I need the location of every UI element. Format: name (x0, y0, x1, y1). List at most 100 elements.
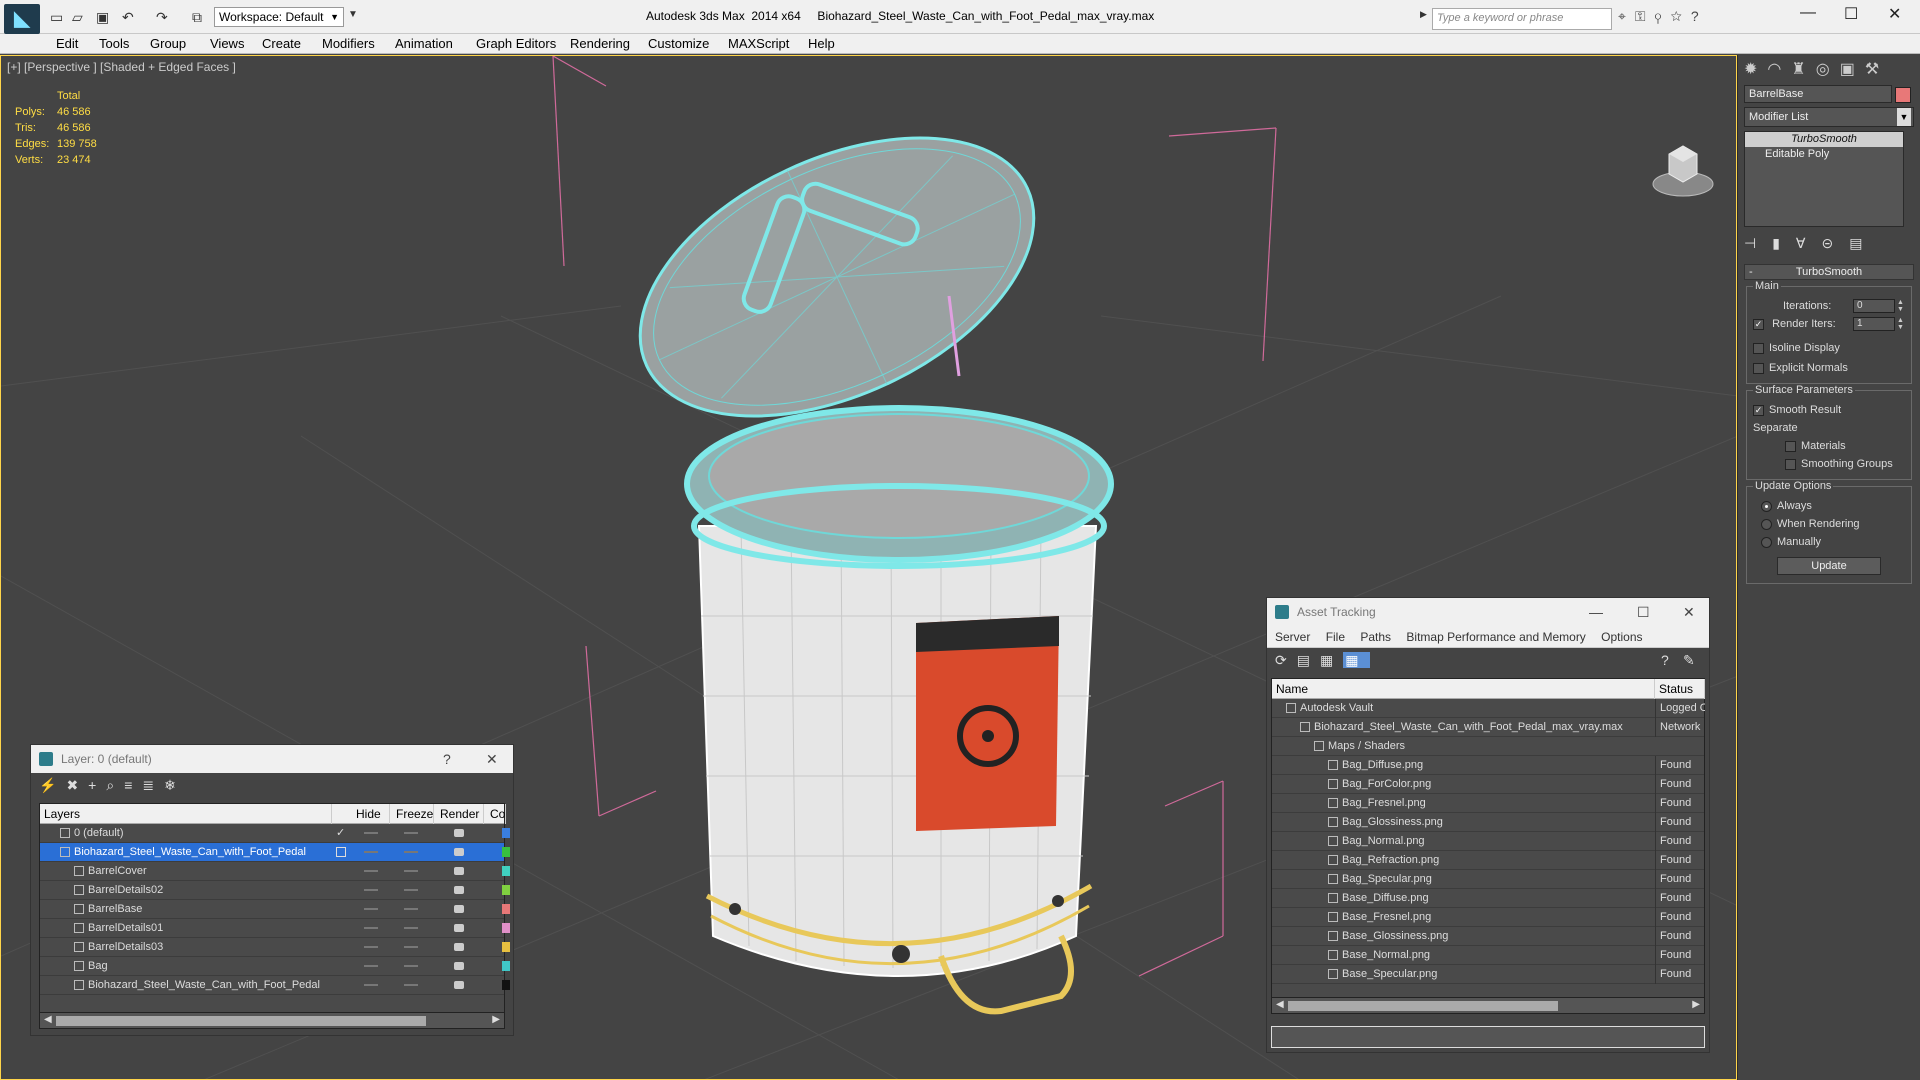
layer-row[interactable]: Biohazard_Steel_Waste_Can_with_Foot_Peda… (40, 976, 510, 995)
scroll-left-icon[interactable]: ◀ (1276, 999, 1284, 1010)
help-icon[interactable]: ? (1661, 652, 1679, 668)
hide-toggle[interactable] (364, 965, 378, 967)
asset-row[interactable]: Biohazard_Steel_Waste_Can_with_Foot_Peda… (1272, 718, 1704, 737)
col-layers[interactable]: Layers (40, 804, 332, 824)
layer-panel-titlebar[interactable]: Layer: 0 (default) ? ✕ (31, 745, 513, 773)
spinner-arrows-icon[interactable]: ▲ ▼ (1897, 299, 1904, 313)
redo-icon[interactable]: ↷ (156, 9, 168, 26)
isoline-checkbox[interactable] (1753, 342, 1764, 354)
layer-row[interactable]: BarrelDetails03 (40, 938, 510, 957)
asset-menu-server[interactable]: Server (1275, 630, 1310, 644)
delete-layer-icon[interactable]: ✖ (66, 777, 88, 793)
add-selection-icon[interactable] (336, 847, 346, 857)
freeze-toggle[interactable] (404, 870, 418, 872)
minimize-icon[interactable]: — (1800, 4, 1816, 22)
layer-row[interactable]: 0 (default) ✓ (40, 824, 510, 843)
stack-item-turbosmooth[interactable]: TurboSmooth (1745, 132, 1903, 147)
when-rendering-radio[interactable] (1761, 518, 1772, 530)
scroll-right-icon[interactable]: ▶ (1692, 999, 1700, 1010)
hide-toggle[interactable] (364, 832, 378, 834)
chevron-down-icon[interactable]: ▼ (348, 9, 358, 20)
workspace-dropdown[interactable]: Workspace: Default ▼ (214, 7, 344, 27)
modify-tab-icon[interactable]: ◠ (1767, 61, 1791, 78)
asset-menu-paths[interactable]: Paths (1360, 630, 1391, 644)
pin-stack-icon[interactable]: ⊣ (1744, 235, 1772, 251)
asset-path-field[interactable] (1271, 1026, 1705, 1048)
render-teapot-icon[interactable] (454, 848, 464, 856)
object-color-swatch[interactable] (1895, 87, 1911, 103)
col-render[interactable]: Render (436, 804, 484, 824)
turbosmooth-rollout[interactable]: - TurboSmooth (1744, 264, 1914, 280)
viewcube-icon[interactable] (1649, 140, 1717, 202)
layer-row[interactable]: Bag (40, 957, 510, 976)
close-icon[interactable]: ✕ (1683, 598, 1695, 626)
freeze-all-icon[interactable]: ❄ (164, 777, 186, 793)
scroll-left-icon[interactable]: ◀ (44, 1014, 52, 1025)
spinner-arrows-icon[interactable]: ▲ ▼ (1897, 317, 1904, 331)
layer-color-swatch[interactable] (502, 828, 510, 838)
chevron-right-icon[interactable]: ▶ (1420, 9, 1427, 20)
configure-sets-icon[interactable]: ▤ (1849, 235, 1878, 251)
asset-row[interactable]: Base_Diffuse.png Found (1272, 889, 1704, 908)
render-teapot-icon[interactable] (454, 867, 464, 875)
hide-toggle[interactable] (364, 984, 378, 986)
hide-all-icon[interactable]: ≣ (142, 777, 164, 793)
asset-row[interactable]: Base_Specular.png Found (1272, 965, 1704, 984)
search-input[interactable]: Type a keyword or phrase (1432, 8, 1612, 30)
menu-views[interactable]: Views (210, 36, 244, 51)
freeze-toggle[interactable] (404, 946, 418, 948)
layer-color-swatch[interactable] (502, 904, 510, 914)
create-tab-icon[interactable]: ✹ (1744, 61, 1767, 78)
layer-color-swatch[interactable] (502, 866, 510, 876)
layer-color-swatch[interactable] (502, 942, 510, 952)
hide-toggle[interactable] (364, 908, 378, 910)
menu-maxscript[interactable]: MAXScript (728, 36, 789, 51)
select-in-layer-icon[interactable]: ⌕ (106, 777, 124, 793)
render-teapot-icon[interactable] (454, 981, 464, 989)
menu-edit[interactable]: Edit (56, 36, 78, 51)
smoothing-groups-checkbox[interactable] (1785, 458, 1796, 470)
settings-icon[interactable]: ✎ (1683, 652, 1705, 669)
make-unique-icon[interactable]: ∀ (1796, 235, 1822, 251)
asset-row[interactable]: Bag_Diffuse.png Found (1272, 756, 1704, 775)
asset-row[interactable]: Bag_Refraction.png Found (1272, 851, 1704, 870)
freeze-toggle[interactable] (404, 965, 418, 967)
asset-panel-titlebar[interactable]: Asset Tracking — ☐ ✕ (1267, 598, 1709, 626)
maximize-icon[interactable]: ☐ (1844, 4, 1858, 24)
update-button[interactable]: Update (1777, 557, 1881, 575)
list-view-icon[interactable]: ▤ (1297, 652, 1320, 668)
layer-row[interactable]: BarrelBase (40, 900, 510, 919)
current-layer-check-icon[interactable]: ✓ (336, 824, 345, 843)
hierarchy-tab-icon[interactable]: ♜ (1791, 61, 1815, 78)
save-icon[interactable]: ▣ (96, 9, 109, 26)
freeze-toggle[interactable] (404, 908, 418, 910)
asset-menu-options[interactable]: Options (1601, 630, 1642, 644)
scroll-right-icon[interactable]: ▶ (492, 1014, 500, 1025)
render-teapot-icon[interactable] (454, 886, 464, 894)
close-icon[interactable]: ✕ (486, 745, 498, 773)
freeze-toggle[interactable] (404, 832, 418, 834)
layer-row[interactable]: BarrelCover (40, 862, 510, 881)
asset-row[interactable]: Bag_Fresnel.png Found (1272, 794, 1704, 813)
asset-menu-bitmap[interactable]: Bitmap Performance and Memory (1406, 630, 1585, 644)
render-teapot-icon[interactable] (454, 943, 464, 951)
minimize-icon[interactable]: — (1589, 598, 1603, 626)
menu-modifiers[interactable]: Modifiers (322, 36, 375, 51)
maximize-icon[interactable]: ☐ (1637, 598, 1650, 626)
iterations-spinner[interactable]: 0 (1853, 299, 1895, 313)
add-to-layer-icon[interactable]: + (88, 777, 106, 793)
hide-toggle[interactable] (364, 851, 378, 853)
menu-tools[interactable]: Tools (99, 36, 129, 51)
utilities-tab-icon[interactable]: ⚒ (1865, 61, 1889, 78)
star-icon[interactable]: ☆ (1670, 8, 1690, 24)
undo-icon[interactable]: ↶ (122, 9, 134, 26)
thumbnail-view-icon[interactable]: ▦ (1320, 652, 1343, 668)
asset-row[interactable]: Base_Fresnel.png Found (1272, 908, 1704, 927)
asset-row[interactable]: Maps / Shaders (1272, 737, 1704, 756)
hide-toggle[interactable] (364, 889, 378, 891)
app-logo-icon[interactable]: ◣ (4, 4, 40, 34)
asset-menu-file[interactable]: File (1326, 630, 1345, 644)
render-iters-spinner[interactable]: 1 (1853, 317, 1895, 331)
asset-row[interactable]: Bag_Specular.png Found (1272, 870, 1704, 889)
menu-create[interactable]: Create (262, 36, 301, 51)
